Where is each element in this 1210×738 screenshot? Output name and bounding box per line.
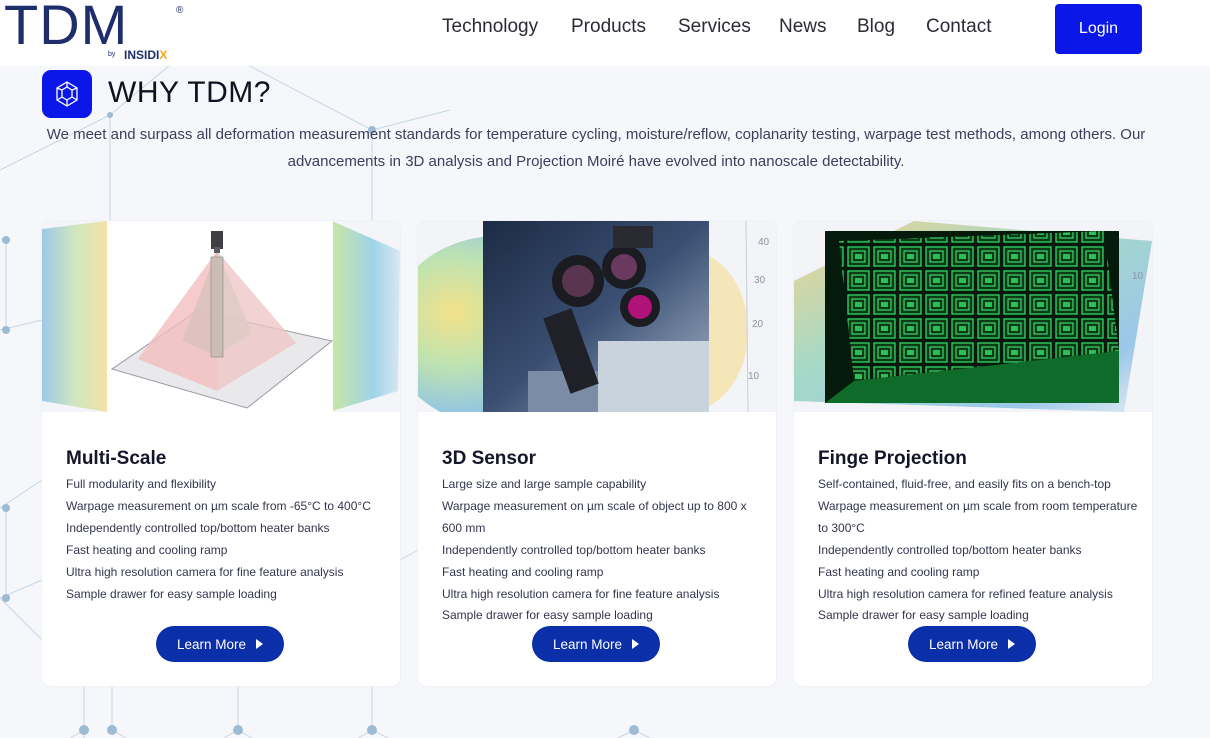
feature-item: Fast heating and cooling ramp — [66, 542, 228, 557]
product-card-3d-sensor: 40 30 20 10 3D Sensor Large size and lar… — [418, 221, 776, 686]
product-card-fringe-projection: 10 Finge Projection Self-contained, flui… — [794, 221, 1152, 686]
card-title: Finge Projection — [818, 448, 967, 469]
nav-blog[interactable]: Blog — [857, 16, 895, 38]
network-cube-icon — [42, 70, 92, 118]
image-axis-label: 40 — [758, 237, 770, 248]
feature-list: Self-contained, fluid-free, and easily f… — [818, 474, 1138, 627]
logo-by-text: by — [108, 51, 116, 58]
multi-scale-image — [42, 221, 400, 412]
image-axis-label: 30 — [754, 275, 766, 286]
feature-item: Independently controlled top/bottom heat… — [66, 520, 330, 535]
card-title: Multi-Scale — [66, 448, 167, 469]
feature-item: Large size and large sample capability — [442, 477, 647, 491]
feature-item: Full modularity and flexibility — [66, 477, 217, 491]
nav-technology[interactable]: Technology — [442, 16, 538, 38]
feature-item: Warpage measurement on µm scale from roo… — [818, 498, 1138, 535]
logo-insidix-x: X — [159, 48, 168, 62]
learn-more-button[interactable]: Learn More — [532, 626, 660, 662]
learn-more-label: Learn More — [928, 636, 999, 652]
feature-item: Ultra high resolution camera for fine fe… — [66, 564, 344, 579]
feature-list: Large size and large sample capability W… — [442, 474, 762, 627]
logo-registered-mark: ® — [176, 5, 184, 16]
caret-right-icon — [256, 639, 264, 649]
feature-item: Warpage measurement on µm scale of objec… — [442, 498, 747, 535]
section-title: WHY TDM? — [108, 76, 271, 109]
feature-item: Sample drawer for easy sample loading — [818, 608, 1029, 623]
section-intro: We meet and surpass all deformation meas… — [46, 126, 1146, 170]
fringe-projection-image: 10 — [794, 221, 1152, 412]
product-card-multi-scale: Multi-Scale Full modularity and flexibil… — [42, 221, 400, 686]
logo-insidix-main: INSIDI — [124, 48, 160, 62]
site-header: TDM ® by INSIDIX Technology Products Ser… — [0, 0, 1210, 66]
learn-more-label: Learn More — [552, 636, 623, 652]
image-axis-label: 20 — [752, 319, 764, 330]
learn-more-button[interactable]: Learn More — [908, 626, 1036, 662]
feature-item: Independently controlled top/bottom heat… — [818, 542, 1082, 557]
nav-contact[interactable]: Contact — [926, 16, 991, 38]
feature-item: Sample drawer for easy sample loading — [442, 608, 653, 623]
nav-services[interactable]: Services — [678, 16, 751, 38]
caret-right-icon — [632, 639, 640, 649]
feature-item: Ultra high resolution camera for refined… — [818, 586, 1113, 601]
logo-text: TDM — [4, 0, 129, 56]
card-title: 3D Sensor — [442, 448, 536, 469]
nav-news[interactable]: News — [779, 16, 827, 38]
feature-item: Fast heating and cooling ramp — [442, 564, 604, 579]
learn-more-label: Learn More — [176, 636, 247, 652]
caret-right-icon — [1008, 639, 1016, 649]
image-axis-label: 10 — [1132, 271, 1144, 282]
feature-item: Warpage measurement on µm scale from -65… — [66, 498, 371, 513]
feature-item: Ultra high resolution camera for fine fe… — [442, 586, 720, 601]
feature-list: Full modularity and flexibility Warpage … — [66, 474, 386, 605]
feature-item: Fast heating and cooling ramp — [818, 564, 980, 579]
login-button[interactable]: Login — [1055, 4, 1142, 54]
tdm-logo[interactable]: TDM ® by INSIDIX — [4, 0, 194, 64]
feature-item: Independently controlled top/bottom heat… — [442, 542, 706, 557]
image-axis-label: 10 — [748, 371, 760, 382]
feature-item: Sample drawer for easy sample loading — [66, 586, 277, 601]
feature-item: Self-contained, fluid-free, and easily f… — [818, 477, 1111, 491]
nav-products[interactable]: Products — [571, 16, 646, 38]
logo-insidix: INSIDIX — [124, 48, 167, 62]
3d-sensor-image: 40 30 20 10 — [418, 221, 776, 412]
learn-more-button[interactable]: Learn More — [156, 626, 284, 662]
